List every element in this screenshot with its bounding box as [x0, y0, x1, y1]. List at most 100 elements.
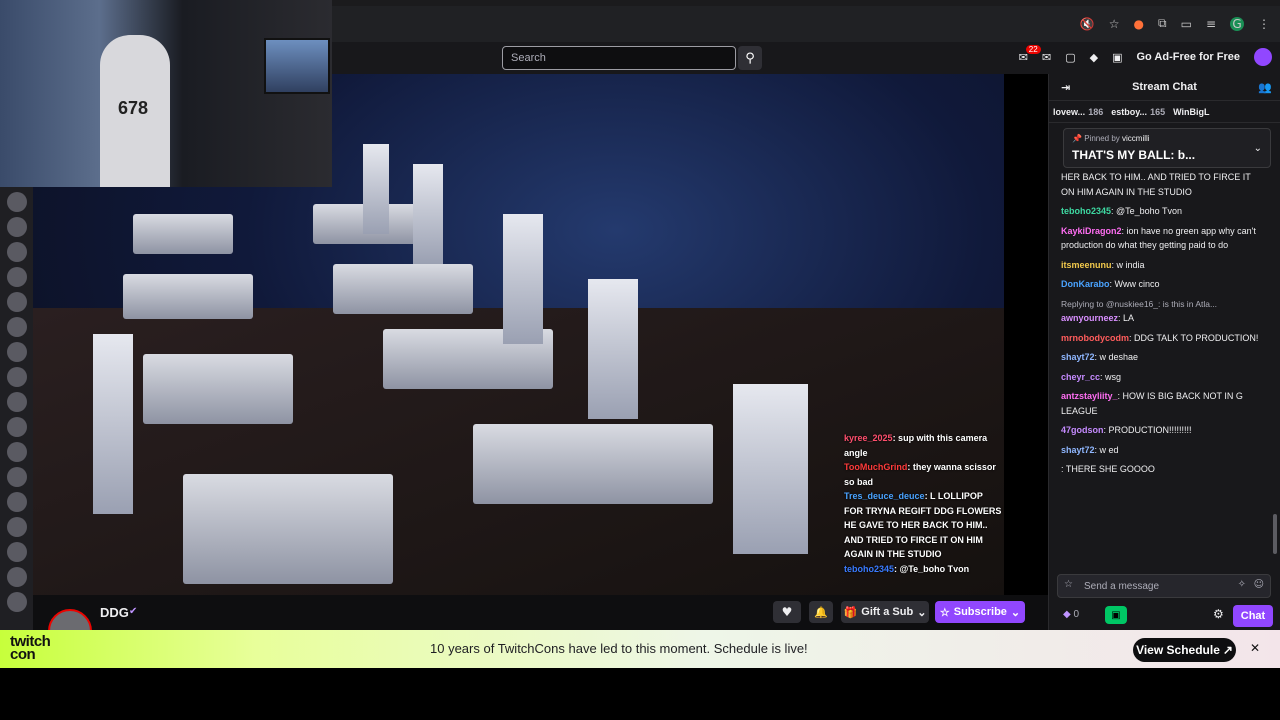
- verified-badge-icon: ✔: [129, 606, 138, 617]
- chat-message: HER BACK TO HIM.. AND TRIED TO FIRCE IT …: [1061, 170, 1265, 199]
- chat-username[interactable]: antzstayliity_: [1061, 391, 1118, 401]
- leaderboard-item[interactable]: lovew... 186: [1053, 107, 1103, 117]
- twitchcon-logo: twitch con: [10, 634, 51, 662]
- gift-sub-button[interactable]: 🎁 Gift a Sub ⌄: [841, 601, 929, 623]
- profile-avatar[interactable]: G: [1230, 16, 1244, 31]
- follow-heart-button[interactable]: ♥: [773, 601, 801, 623]
- collapse-chat-icon[interactable]: ⇥: [1061, 81, 1070, 94]
- chat-message: KaykiDragon2: ion have no green app why …: [1061, 224, 1265, 253]
- chat-username[interactable]: 47godson: [1061, 425, 1104, 435]
- chat-username[interactable]: mrnobodycodm: [1061, 333, 1129, 343]
- chat-username[interactable]: DonKarabo: [1061, 279, 1110, 289]
- leaderboard-item[interactable]: WinBigL: [1173, 107, 1212, 117]
- chat-message: 47godson: PRODUCTION!!!!!!!!!: [1061, 423, 1265, 438]
- video-cabinet: [588, 279, 638, 419]
- community-icon[interactable]: 👥: [1258, 81, 1272, 94]
- video-bed: [133, 214, 233, 254]
- gear-icon[interactable]: ⚙: [1213, 607, 1224, 621]
- followed-channel-avatar[interactable]: [6, 267, 27, 287]
- subscribe-button[interactable]: ☆ Subscribe ⌄: [935, 601, 1025, 623]
- pinned-message[interactable]: 📌 Pinned by viccmilli THAT'S MY BALL: b.…: [1063, 128, 1271, 168]
- chat-username[interactable]: itsmeenunu: [1061, 260, 1112, 270]
- channel-points[interactable]: ◆ 0: [1063, 609, 1079, 620]
- followed-channel-avatar[interactable]: [6, 542, 27, 562]
- chat-username[interactable]: awnyourneez: [1061, 313, 1118, 323]
- emote-badge-icon[interactable]: ☆: [1064, 579, 1073, 590]
- view-schedule-button[interactable]: View Schedule ↗: [1133, 638, 1236, 662]
- whispers-icon[interactable]: ▢: [1065, 51, 1075, 64]
- leaderboard-count: 165: [1150, 106, 1166, 117]
- followed-channel-avatar[interactable]: [6, 492, 27, 512]
- chat-username[interactable]: shayt72: [1061, 445, 1095, 455]
- notification-badge: 22: [1025, 44, 1041, 54]
- video-cabinet: [413, 164, 443, 264]
- sparkle-icon[interactable]: ✧: [1238, 579, 1246, 590]
- chat-text: : DDG TALK TO PRODUCTION!: [1129, 332, 1259, 343]
- followed-channel-avatar[interactable]: [6, 417, 27, 437]
- notifications-icon[interactable]: ✉ 22: [1019, 44, 1041, 64]
- chat-username[interactable]: teboho2345: [1061, 206, 1111, 216]
- chat-message: antzstayliity_: HOW IS BIG BACK NOT IN G…: [1061, 389, 1265, 418]
- overlay-chat-user: Tres_deuce_deuce: [844, 491, 925, 501]
- chat-text: : PRODUCTION!!!!!!!!!: [1103, 425, 1192, 435]
- followed-channel-avatar[interactable]: [6, 517, 27, 537]
- chat-scrollbar[interactable]: [1273, 514, 1277, 554]
- chat-username[interactable]: shayt72: [1061, 352, 1095, 362]
- pinned-text: THAT'S MY BALL: b...: [1072, 148, 1196, 162]
- send-placeholder: Send a message: [1084, 581, 1160, 592]
- chat-username[interactable]: cheyr_cc: [1061, 372, 1100, 382]
- go-ad-free-button[interactable]: Go Ad-Free for Free: [1137, 51, 1241, 63]
- overlay-chat-text: : L LOLLIPOP FOR TRYNA REGIFT DDG FLOWER…: [844, 491, 1002, 559]
- leaderboard-item[interactable]: estboy... 165: [1111, 107, 1165, 117]
- notification-bell-button[interactable]: 🔔: [809, 601, 833, 623]
- mute-icon[interactable]: 🔇: [1080, 17, 1095, 31]
- gift-icon: 🎁: [843, 606, 858, 619]
- bonus-claim-icon[interactable]: ▣: [1105, 606, 1127, 624]
- channel-name[interactable]: DDG: [100, 605, 129, 620]
- overlay-chat-user: teboho2345: [844, 563, 895, 574]
- pinned-by-label: Pinned by: [1084, 134, 1120, 143]
- followed-channel-avatar[interactable]: [6, 442, 27, 462]
- followed-channel-avatar[interactable]: [6, 317, 27, 337]
- inbox-icon[interactable]: ✉: [1042, 51, 1051, 64]
- followed-channel-avatar[interactable]: [6, 467, 27, 487]
- chat-message: cheyr_cc: wsg: [1061, 370, 1265, 385]
- reply-context[interactable]: Replying to @nuskiee16_: is this in Atla…: [1061, 297, 1265, 312]
- kebab-menu-icon[interactable]: ⋮: [1258, 17, 1270, 31]
- followed-channel-avatar[interactable]: [6, 567, 27, 587]
- chat-send-button[interactable]: Chat: [1233, 605, 1273, 627]
- puzzle-icon[interactable]: ⧉: [1158, 16, 1167, 31]
- chevron-down-icon[interactable]: ⌄: [1254, 143, 1262, 154]
- pin-icon: 📌: [1072, 134, 1082, 143]
- chat-text: : THERE SHE GOOOO: [1061, 464, 1155, 474]
- chat-username[interactable]: KaykiDragon2: [1061, 226, 1122, 236]
- chat-title: Stream Chat: [1132, 81, 1197, 93]
- emoji-icon[interactable]: ☺: [1254, 579, 1264, 590]
- chat-message: mrnobodycodm: DDG TALK TO PRODUCTION!: [1061, 331, 1265, 346]
- followed-channel-avatar[interactable]: [6, 217, 27, 237]
- menu-list-icon[interactable]: ≡: [1206, 17, 1216, 31]
- leaderboard-name: lovew...: [1053, 106, 1086, 117]
- followed-channel-avatar[interactable]: [6, 342, 27, 362]
- search-input[interactable]: Search: [502, 46, 736, 70]
- pinned-by-line: 📌 Pinned by viccmilli: [1072, 134, 1150, 143]
- followed-channel-avatar[interactable]: [6, 367, 27, 387]
- browser-toolbar: 🔇 ☆ ● ⧉ ▭ ≡ G ⋮: [332, 0, 1280, 42]
- user-avatar[interactable]: [1254, 48, 1272, 66]
- followed-channel-avatar[interactable]: [6, 392, 27, 412]
- browser-tab-strip[interactable]: [332, 0, 1280, 6]
- sidebar-icon[interactable]: ▭: [1181, 17, 1192, 31]
- send-message-input[interactable]: ☆ Send a message ✧ ☺: [1057, 574, 1271, 598]
- followed-channel-avatar[interactable]: [6, 592, 27, 612]
- star-icon[interactable]: ☆: [1109, 17, 1120, 31]
- followed-channel-avatar[interactable]: [6, 292, 27, 312]
- close-icon[interactable]: ✕: [1250, 641, 1260, 655]
- followed-channel-avatar[interactable]: [6, 242, 27, 262]
- prime-crown-icon[interactable]: ◆: [1090, 51, 1098, 64]
- leaderboard-name: WinBigL: [1173, 106, 1210, 117]
- extension-brave-icon[interactable]: ●: [1134, 17, 1144, 31]
- bell-icon: 🔔: [814, 605, 828, 619]
- gift-sub-label: Gift a Sub: [861, 606, 914, 618]
- followed-channel-avatar[interactable]: [6, 192, 27, 212]
- search-icon[interactable]: ⚲: [738, 46, 762, 70]
